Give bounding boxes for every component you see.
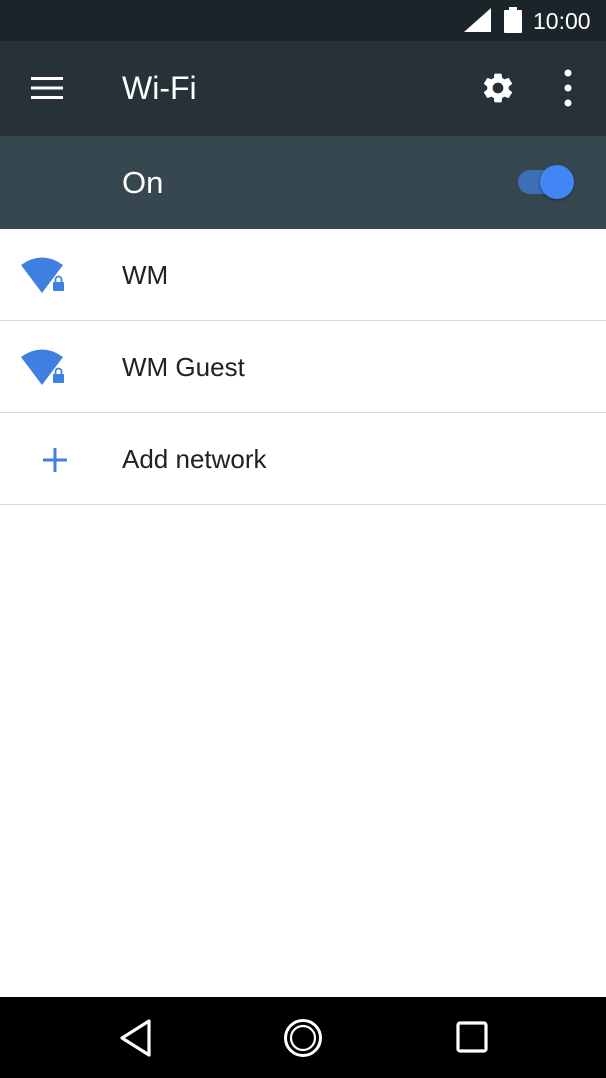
status-bar: 10:00 (0, 0, 606, 41)
navigation-bar (0, 997, 606, 1078)
wifi-settings-screen: 10:00 Wi-Fi On WM WM Guest Add network (0, 0, 606, 1078)
page-title: Wi-Fi (122, 70, 197, 106)
hamburger-menu-icon[interactable] (31, 77, 63, 99)
toggle-thumb (540, 165, 574, 199)
app-bar: Wi-Fi (0, 41, 606, 136)
plus-icon (43, 448, 67, 472)
battery-icon (504, 7, 522, 33)
gear-icon[interactable] (480, 70, 516, 106)
recents-icon[interactable] (456, 1021, 488, 1053)
overflow-menu-icon[interactable] (558, 69, 578, 107)
wifi-locked-icon (21, 349, 64, 385)
wifi-toggle-label: On (122, 165, 164, 200)
network-item-wm-guest[interactable]: WM Guest (0, 321, 606, 413)
back-icon[interactable] (118, 1018, 154, 1058)
add-network-label: Add network (122, 444, 267, 474)
wifi-toggle-switch[interactable] (516, 164, 576, 200)
network-name: WM (122, 260, 169, 290)
cell-signal-icon (464, 8, 491, 32)
add-network-item[interactable]: Add network (0, 413, 606, 505)
network-list: WM WM Guest Add network (0, 229, 606, 505)
network-name: WM Guest (122, 352, 245, 382)
status-time: 10:00 (533, 8, 591, 34)
network-item-wm[interactable]: WM (0, 229, 606, 321)
wifi-toggle-bar[interactable]: On (0, 136, 606, 229)
wifi-locked-icon (21, 257, 64, 293)
home-icon[interactable] (283, 1018, 323, 1058)
